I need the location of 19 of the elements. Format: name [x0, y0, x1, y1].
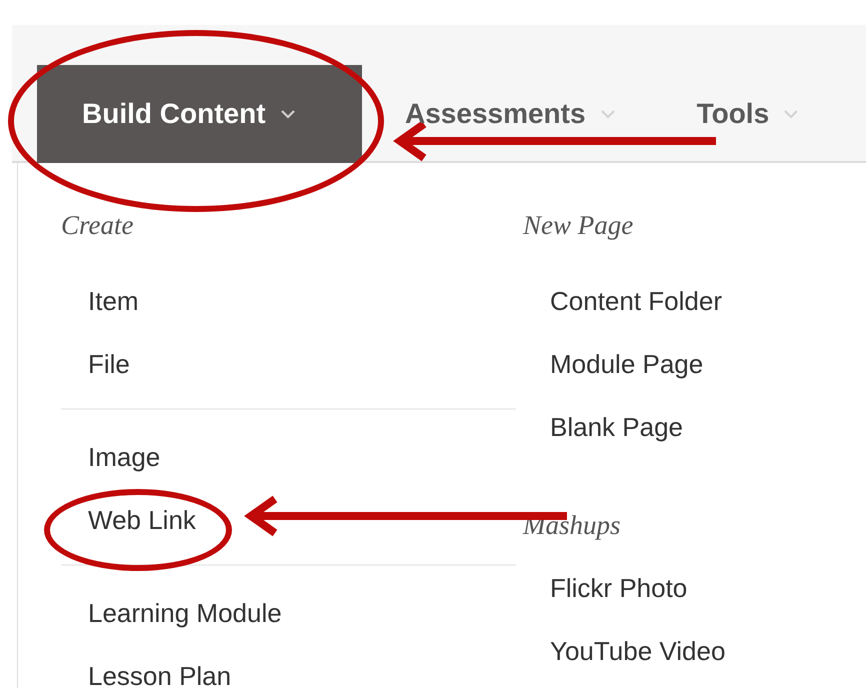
caret-icon: [783, 109, 800, 119]
menu-item[interactable]: YouTube Video: [550, 620, 726, 683]
menu-item[interactable]: Content Folder: [550, 270, 722, 333]
menu-item[interactable]: Web Link: [88, 489, 196, 552]
menu-heading: Create: [61, 209, 134, 242]
menu-heading: New Page: [523, 209, 634, 242]
menu-tab[interactable]: Build Content: [37, 65, 362, 163]
menu-item[interactable]: Module Page: [550, 333, 704, 396]
menu-item[interactable]: Image: [88, 426, 160, 489]
menu-tab[interactable]: Assessments: [362, 65, 654, 163]
caret-icon: [600, 109, 616, 119]
menu-item[interactable]: Flickr Photo: [550, 557, 688, 620]
menu-tab[interactable]: Tools: [654, 65, 838, 163]
menu-item[interactable]: Lesson Plan: [88, 645, 232, 688]
menu-item[interactable]: Learning Module: [88, 582, 282, 645]
caret-icon: [280, 109, 296, 119]
menu-item[interactable]: Blank Page: [550, 396, 683, 459]
menu-item[interactable]: Item: [88, 270, 139, 333]
menu-item[interactable]: File: [88, 333, 130, 396]
